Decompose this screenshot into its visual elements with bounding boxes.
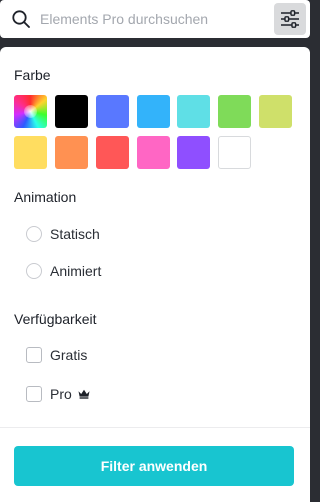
radio-button[interactable]	[26, 226, 42, 242]
checkbox[interactable]	[26, 347, 42, 363]
animation-section-title: Animation	[14, 189, 77, 205]
sliders-icon	[281, 10, 299, 28]
search-bar	[0, 0, 310, 38]
checkbox-option-pro[interactable]: Pro	[26, 383, 90, 405]
checkbox[interactable]	[26, 386, 42, 402]
search-input[interactable]	[40, 7, 265, 31]
checkbox-label-free: Gratis	[50, 347, 88, 363]
checkbox-option-free[interactable]: Gratis	[26, 344, 87, 366]
radio-option-animated[interactable]: Animiert	[26, 260, 101, 282]
filter-toggle-button[interactable]	[274, 3, 306, 35]
color-swatch-lime[interactable]	[259, 95, 292, 128]
color-section-title: Farbe	[14, 67, 51, 83]
checkbox-label-pro: Pro	[50, 386, 72, 402]
radio-label-animated: Animiert	[50, 263, 102, 279]
color-swatch-black[interactable]	[55, 95, 88, 128]
color-swatch-orange[interactable]	[55, 136, 88, 169]
search-icon	[12, 10, 30, 28]
radio-button[interactable]	[26, 263, 42, 279]
crown-icon	[78, 389, 90, 399]
color-swatch-blue[interactable]	[96, 95, 129, 128]
color-swatch-green[interactable]	[218, 95, 251, 128]
filter-panel: Farbe Animation Statisch Animiert Verfüg…	[0, 47, 310, 502]
color-swatch-turquoise[interactable]	[177, 95, 210, 128]
color-swatch-pink[interactable]	[137, 136, 170, 169]
availability-section-title: Verfügbarkeit	[14, 311, 97, 327]
color-swatch-sky-blue[interactable]	[137, 95, 170, 128]
background-edge	[310, 0, 316, 502]
footer-divider	[0, 427, 310, 428]
radio-label-static: Statisch	[50, 226, 100, 242]
color-swatch-purple[interactable]	[177, 136, 210, 169]
color-swatch-yellow[interactable]	[14, 136, 47, 169]
radio-option-static[interactable]: Statisch	[26, 223, 100, 245]
apply-filter-button[interactable]: Filter anwenden	[14, 446, 294, 486]
color-swatch-red[interactable]	[96, 136, 129, 169]
color-swatch-white[interactable]	[218, 136, 251, 169]
color-swatch-rainbow[interactable]	[14, 95, 47, 128]
